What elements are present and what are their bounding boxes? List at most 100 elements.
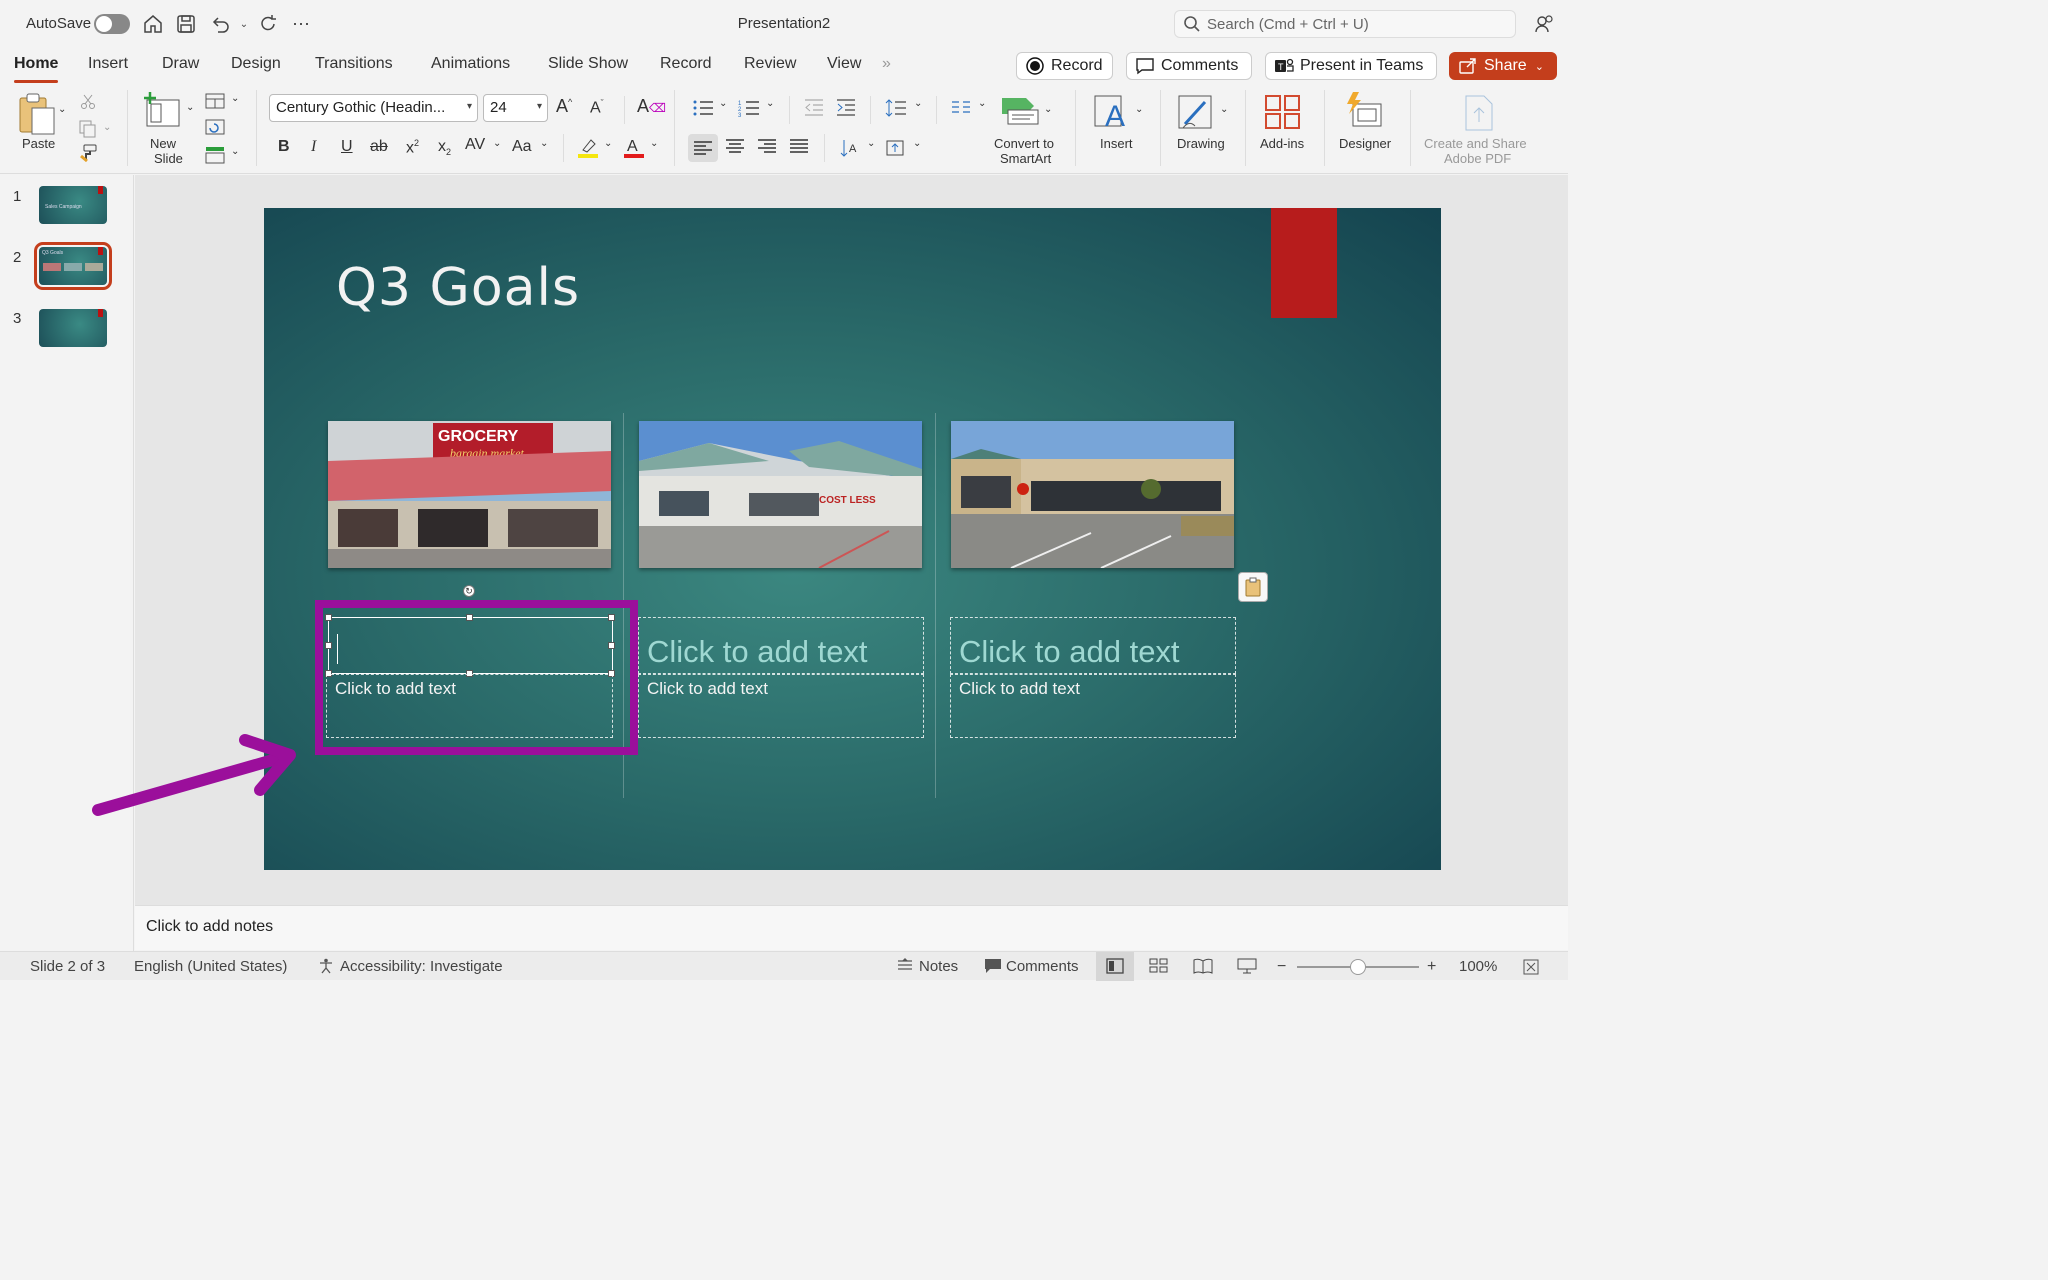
layout-icon[interactable]: [205, 93, 225, 114]
paste-dropdown-icon[interactable]: ⌄: [58, 104, 66, 115]
copy-dropdown-icon[interactable]: ⌄: [103, 122, 111, 133]
paste-options-icon[interactable]: [1238, 572, 1268, 602]
italic-icon[interactable]: I: [311, 138, 316, 156]
tab-transitions[interactable]: Transitions: [315, 55, 393, 73]
body-textbox-2[interactable]: Click to add text: [638, 674, 924, 738]
justify-icon[interactable]: [789, 138, 809, 161]
search-box[interactable]: Search (Cmd + Ctrl + U): [1174, 10, 1516, 38]
zoom-out-icon[interactable]: −: [1277, 958, 1286, 976]
layout-dropdown-icon[interactable]: ⌄: [231, 93, 239, 104]
tab-view[interactable]: View: [827, 55, 861, 73]
smartart-icon[interactable]: [1000, 94, 1040, 131]
zoom-slider-thumb[interactable]: [1350, 959, 1366, 975]
text-direction-icon[interactable]: A: [840, 138, 862, 163]
columns-dropdown-icon[interactable]: ⌄: [978, 98, 986, 109]
tab-design[interactable]: Design: [231, 55, 281, 73]
line-spacing-icon[interactable]: [885, 98, 907, 123]
increase-indent-icon[interactable]: [836, 98, 856, 121]
account-icon[interactable]: [1532, 12, 1556, 36]
tab-draw[interactable]: Draw: [162, 55, 199, 73]
bullets-icon[interactable]: [692, 98, 714, 123]
undo-dropdown-icon[interactable]: ⌄: [232, 12, 256, 36]
cut-icon[interactable]: [80, 94, 96, 115]
text-direction-dropdown-icon[interactable]: ⌄: [867, 138, 875, 149]
drawing-icon[interactable]: [1177, 94, 1217, 137]
more-options-icon[interactable]: ⋯: [289, 12, 313, 36]
bullets-dropdown-icon[interactable]: ⌄: [719, 98, 727, 109]
redo-icon[interactable]: [256, 12, 280, 36]
copy-icon[interactable]: [79, 120, 97, 143]
tab-slide-show[interactable]: Slide Show: [548, 55, 628, 73]
slide-sorter-view-icon[interactable]: [1149, 958, 1169, 978]
paste-icon[interactable]: [18, 92, 58, 141]
font-size-dropdown[interactable]: 24 ▾: [483, 94, 548, 122]
undo-icon[interactable]: [208, 12, 232, 36]
slide-thumbnail-3[interactable]: [39, 309, 107, 347]
save-icon[interactable]: [174, 12, 198, 36]
align-center-icon[interactable]: [725, 138, 745, 161]
line-spacing-dropdown-icon[interactable]: ⌄: [914, 98, 922, 109]
designer-icon[interactable]: [1345, 92, 1385, 135]
new-slide-icon[interactable]: [143, 92, 183, 133]
section-dropdown-icon[interactable]: ⌄: [231, 146, 239, 157]
adobe-pdf-icon[interactable]: [1462, 94, 1496, 137]
share-button[interactable]: Share ⌄: [1449, 52, 1557, 80]
decrease-font-size-icon[interactable]: Aˇ: [590, 98, 604, 117]
rotate-handle-icon[interactable]: ↻: [463, 585, 475, 597]
body-textbox-3[interactable]: Click to add text: [950, 674, 1236, 738]
clear-formatting-icon[interactable]: A⌫: [637, 96, 666, 117]
store-photo-1[interactable]: GROCERY bargain market: [328, 421, 611, 568]
home-icon[interactable]: [141, 12, 165, 36]
numbering-icon[interactable]: 123: [738, 98, 760, 123]
tab-review[interactable]: Review: [744, 55, 796, 73]
tab-insert[interactable]: Insert: [88, 55, 128, 73]
align-text-dropdown-icon[interactable]: ⌄: [913, 138, 921, 149]
comments-toggle[interactable]: Comments: [1006, 958, 1079, 975]
store-photo-3[interactable]: [951, 421, 1234, 568]
decrease-indent-icon[interactable]: [804, 98, 824, 121]
comments-button[interactable]: Comments: [1126, 52, 1252, 80]
highlight-dropdown-icon[interactable]: ⌄: [604, 138, 612, 149]
subscript-icon[interactable]: x2: [438, 138, 451, 157]
character-spacing-icon[interactable]: AV: [465, 136, 485, 154]
slide-thumbnail-2[interactable]: Q3 Goals: [34, 242, 112, 290]
language-status[interactable]: English (United States): [134, 958, 287, 975]
notes-toggle[interactable]: Notes: [919, 958, 958, 975]
reading-view-icon[interactable]: [1193, 958, 1213, 978]
superscript-icon[interactable]: x2: [406, 138, 419, 157]
bold-icon[interactable]: B: [278, 138, 290, 156]
align-left-icon[interactable]: [688, 134, 718, 162]
numbering-dropdown-icon[interactable]: ⌄: [766, 98, 774, 109]
section-icon[interactable]: [205, 146, 225, 169]
notes-pane[interactable]: Click to add notes: [135, 905, 1568, 950]
store-photo-2[interactable]: COST LESS: [639, 421, 922, 568]
add-ins-icon[interactable]: [1264, 94, 1302, 135]
drawing-dropdown-icon[interactable]: ⌄: [1220, 104, 1228, 115]
underline-icon[interactable]: U: [341, 138, 353, 156]
heading-textbox-2[interactable]: Click to add text: [638, 617, 924, 674]
zoom-in-icon[interactable]: +: [1427, 958, 1436, 976]
new-slide-dropdown-icon[interactable]: ⌄: [186, 102, 194, 113]
slide-title[interactable]: Q3 Goals: [336, 258, 580, 318]
slide-show-view-icon[interactable]: [1237, 958, 1257, 978]
record-button[interactable]: Record: [1016, 52, 1113, 80]
fit-to-window-icon[interactable]: [1522, 958, 1540, 980]
align-text-icon[interactable]: [885, 138, 907, 163]
font-color-dropdown-icon[interactable]: ⌄: [650, 138, 658, 149]
insert-text-icon[interactable]: A: [1093, 92, 1133, 137]
tab-animations[interactable]: Animations: [431, 55, 510, 73]
heading-textbox-3[interactable]: Click to add text: [950, 617, 1236, 674]
highlight-icon[interactable]: [577, 136, 599, 163]
format-painter-icon[interactable]: [79, 144, 97, 167]
font-color-icon[interactable]: A: [623, 136, 645, 163]
columns-icon[interactable]: [951, 100, 971, 119]
increase-font-size-icon[interactable]: A^: [556, 96, 572, 117]
change-case-icon[interactable]: Aa: [512, 138, 532, 156]
autosave-toggle[interactable]: [94, 14, 130, 34]
slide-thumbnail-1[interactable]: Sales Campaign: [39, 186, 107, 224]
reset-icon[interactable]: [205, 119, 225, 140]
zoom-level[interactable]: 100%: [1459, 958, 1497, 975]
smartart-dropdown-icon[interactable]: ⌄: [1044, 104, 1052, 115]
tab-overflow-icon[interactable]: »: [882, 55, 891, 73]
font-name-dropdown[interactable]: Century Gothic (Headin... ▾: [269, 94, 478, 122]
